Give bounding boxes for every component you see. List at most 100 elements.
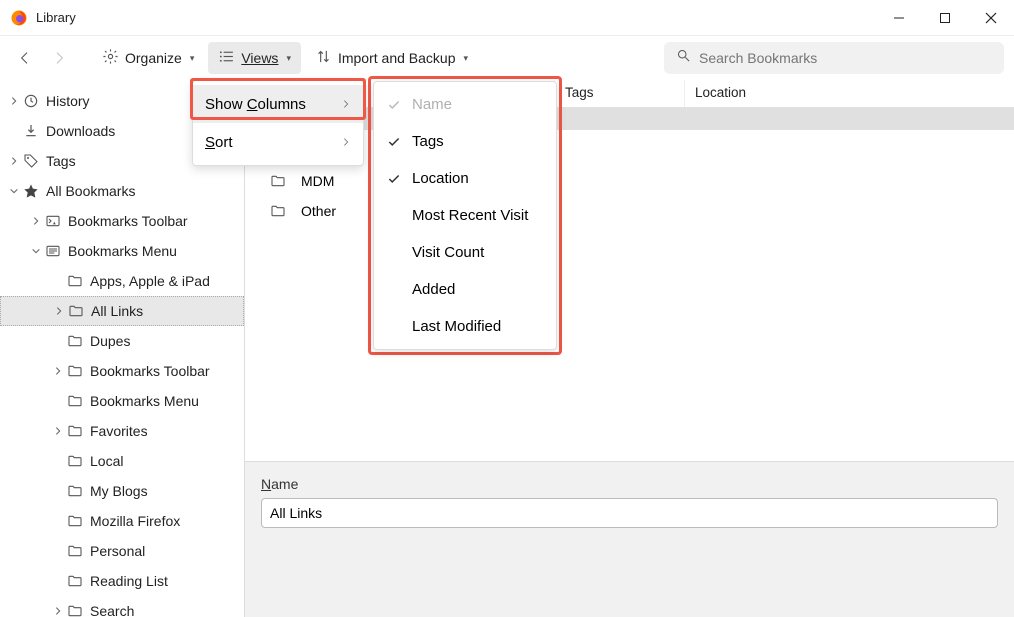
twisty-icon: [50, 453, 66, 469]
tree-item[interactable]: All Links: [0, 296, 244, 326]
toolbar: Organize ▾ Views▾ Import and Backup ▾: [0, 36, 1014, 80]
clock-icon: [22, 92, 40, 110]
folder-icon: [66, 572, 84, 590]
submenu-item-label: Last Modified: [412, 318, 501, 335]
folder-icon: [66, 422, 84, 440]
tree-item[interactable]: Mozilla Firefox: [0, 506, 244, 536]
window-title: Library: [36, 10, 76, 25]
twisty-icon[interactable]: [28, 243, 44, 259]
tree-item[interactable]: Local: [0, 446, 244, 476]
twisty-icon[interactable]: [50, 423, 66, 439]
tree-item[interactable]: Personal: [0, 536, 244, 566]
menu-sort[interactable]: Sort: [193, 123, 363, 161]
twisty-icon: [50, 273, 66, 289]
views-label: Views: [241, 50, 278, 66]
tree-item-label: Bookmarks Menu: [90, 393, 199, 409]
import-label: Import and Backup: [338, 50, 456, 66]
submenu-item-label: Tags: [412, 133, 444, 150]
forward-button[interactable]: [44, 43, 74, 73]
tree-item-label: Search: [90, 603, 134, 617]
tree-item[interactable]: Reading List: [0, 566, 244, 596]
folder-icon: [66, 542, 84, 560]
tree-item-label: Apps, Apple & iPad: [90, 273, 210, 289]
folder-icon: [66, 482, 84, 500]
folder-icon: [66, 332, 84, 350]
search-icon: [676, 48, 691, 68]
tree-item[interactable]: Search: [0, 596, 244, 617]
tree-item-label: Reading List: [90, 573, 168, 589]
twisty-icon: [50, 513, 66, 529]
organize-button[interactable]: Organize ▾: [92, 42, 204, 74]
submenu-item[interactable]: Tags: [374, 123, 556, 160]
import-backup-button[interactable]: Import and Backup ▾: [305, 42, 478, 74]
submenu-item[interactable]: Last Modified: [374, 308, 556, 345]
minimize-button[interactable]: [876, 0, 922, 36]
firefox-icon: [10, 9, 28, 27]
twisty-icon[interactable]: [50, 363, 66, 379]
check-icon: [386, 98, 402, 112]
folder-icon: [66, 452, 84, 470]
twisty-icon[interactable]: [51, 303, 67, 319]
tree-item[interactable]: Dupes: [0, 326, 244, 356]
tree-item-label: Personal: [90, 543, 145, 559]
chevron-down-icon: ▾: [463, 53, 468, 64]
submenu-item[interactable]: Visit Count: [374, 234, 556, 271]
tree-item[interactable]: Bookmarks Toolbar: [0, 206, 244, 236]
tree-item[interactable]: All Bookmarks: [0, 176, 244, 206]
submenu-item[interactable]: Added: [374, 271, 556, 308]
tree-item-label: Downloads: [46, 123, 115, 139]
search-box[interactable]: [664, 42, 1004, 74]
organize-label: Organize: [125, 50, 182, 66]
sort-arrows-icon: [315, 48, 332, 68]
menu-icon: [44, 242, 62, 260]
back-button[interactable]: [10, 43, 40, 73]
tag-icon: [22, 152, 40, 170]
folder-icon: [66, 392, 84, 410]
download-icon: [22, 122, 40, 140]
tree-item[interactable]: Bookmarks Toolbar: [0, 356, 244, 386]
titlebar: Library: [0, 0, 1014, 36]
submenu-item-label: Most Recent Visit: [412, 207, 528, 224]
twisty-icon[interactable]: [50, 603, 66, 617]
window-controls: [876, 0, 1014, 36]
details-pane: Name: [245, 461, 1014, 617]
tree-item-label: Bookmarks Menu: [68, 243, 177, 259]
tree-item[interactable]: Favorites: [0, 416, 244, 446]
twisty-icon[interactable]: [6, 183, 22, 199]
submenu-item[interactable]: Location: [374, 160, 556, 197]
col-location[interactable]: Location: [685, 80, 1014, 107]
submenu-item-label: Location: [412, 170, 469, 187]
chevron-down-icon: ▾: [190, 53, 195, 64]
close-button[interactable]: [968, 0, 1014, 36]
submenu-item[interactable]: Most Recent Visit: [374, 197, 556, 234]
submenu-item[interactable]: Name: [374, 86, 556, 123]
tree-item-label: All Links: [91, 303, 143, 319]
tree-item-label: Dupes: [90, 333, 130, 349]
list-icon: [218, 48, 235, 68]
tree-item[interactable]: My Blogs: [0, 476, 244, 506]
list-item-label: MDM: [301, 173, 334, 189]
views-button[interactable]: Views▾: [208, 42, 301, 74]
search-input[interactable]: [699, 50, 992, 66]
twisty-icon[interactable]: [6, 93, 22, 109]
menu-show-columns[interactable]: Show Columns: [193, 85, 363, 123]
folder-icon: [66, 362, 84, 380]
twisty-icon[interactable]: [6, 153, 22, 169]
twisty-icon[interactable]: [28, 213, 44, 229]
folder-icon: [269, 172, 287, 190]
twisty-icon: [50, 333, 66, 349]
highlight-box-2: Name Tags Location Most Recent Visit Visit C…: [368, 76, 562, 355]
col-tags[interactable]: Tags: [555, 80, 685, 107]
folder-icon: [66, 602, 84, 617]
tree-item-label: Mozilla Firefox: [90, 513, 180, 529]
chevron-right-icon: [341, 96, 351, 113]
tree-item[interactable]: Bookmarks Menu: [0, 386, 244, 416]
tree-item-label: Bookmarks Toolbar: [68, 213, 188, 229]
tree-item[interactable]: Bookmarks Menu: [0, 236, 244, 266]
maximize-button[interactable]: [922, 0, 968, 36]
tree-item[interactable]: Apps, Apple & iPad: [0, 266, 244, 296]
chevron-right-icon: [341, 134, 351, 151]
details-name-input[interactable]: [261, 498, 998, 528]
views-menu: Show Columns Sort: [192, 80, 364, 166]
tree-item-label: History: [46, 93, 90, 109]
